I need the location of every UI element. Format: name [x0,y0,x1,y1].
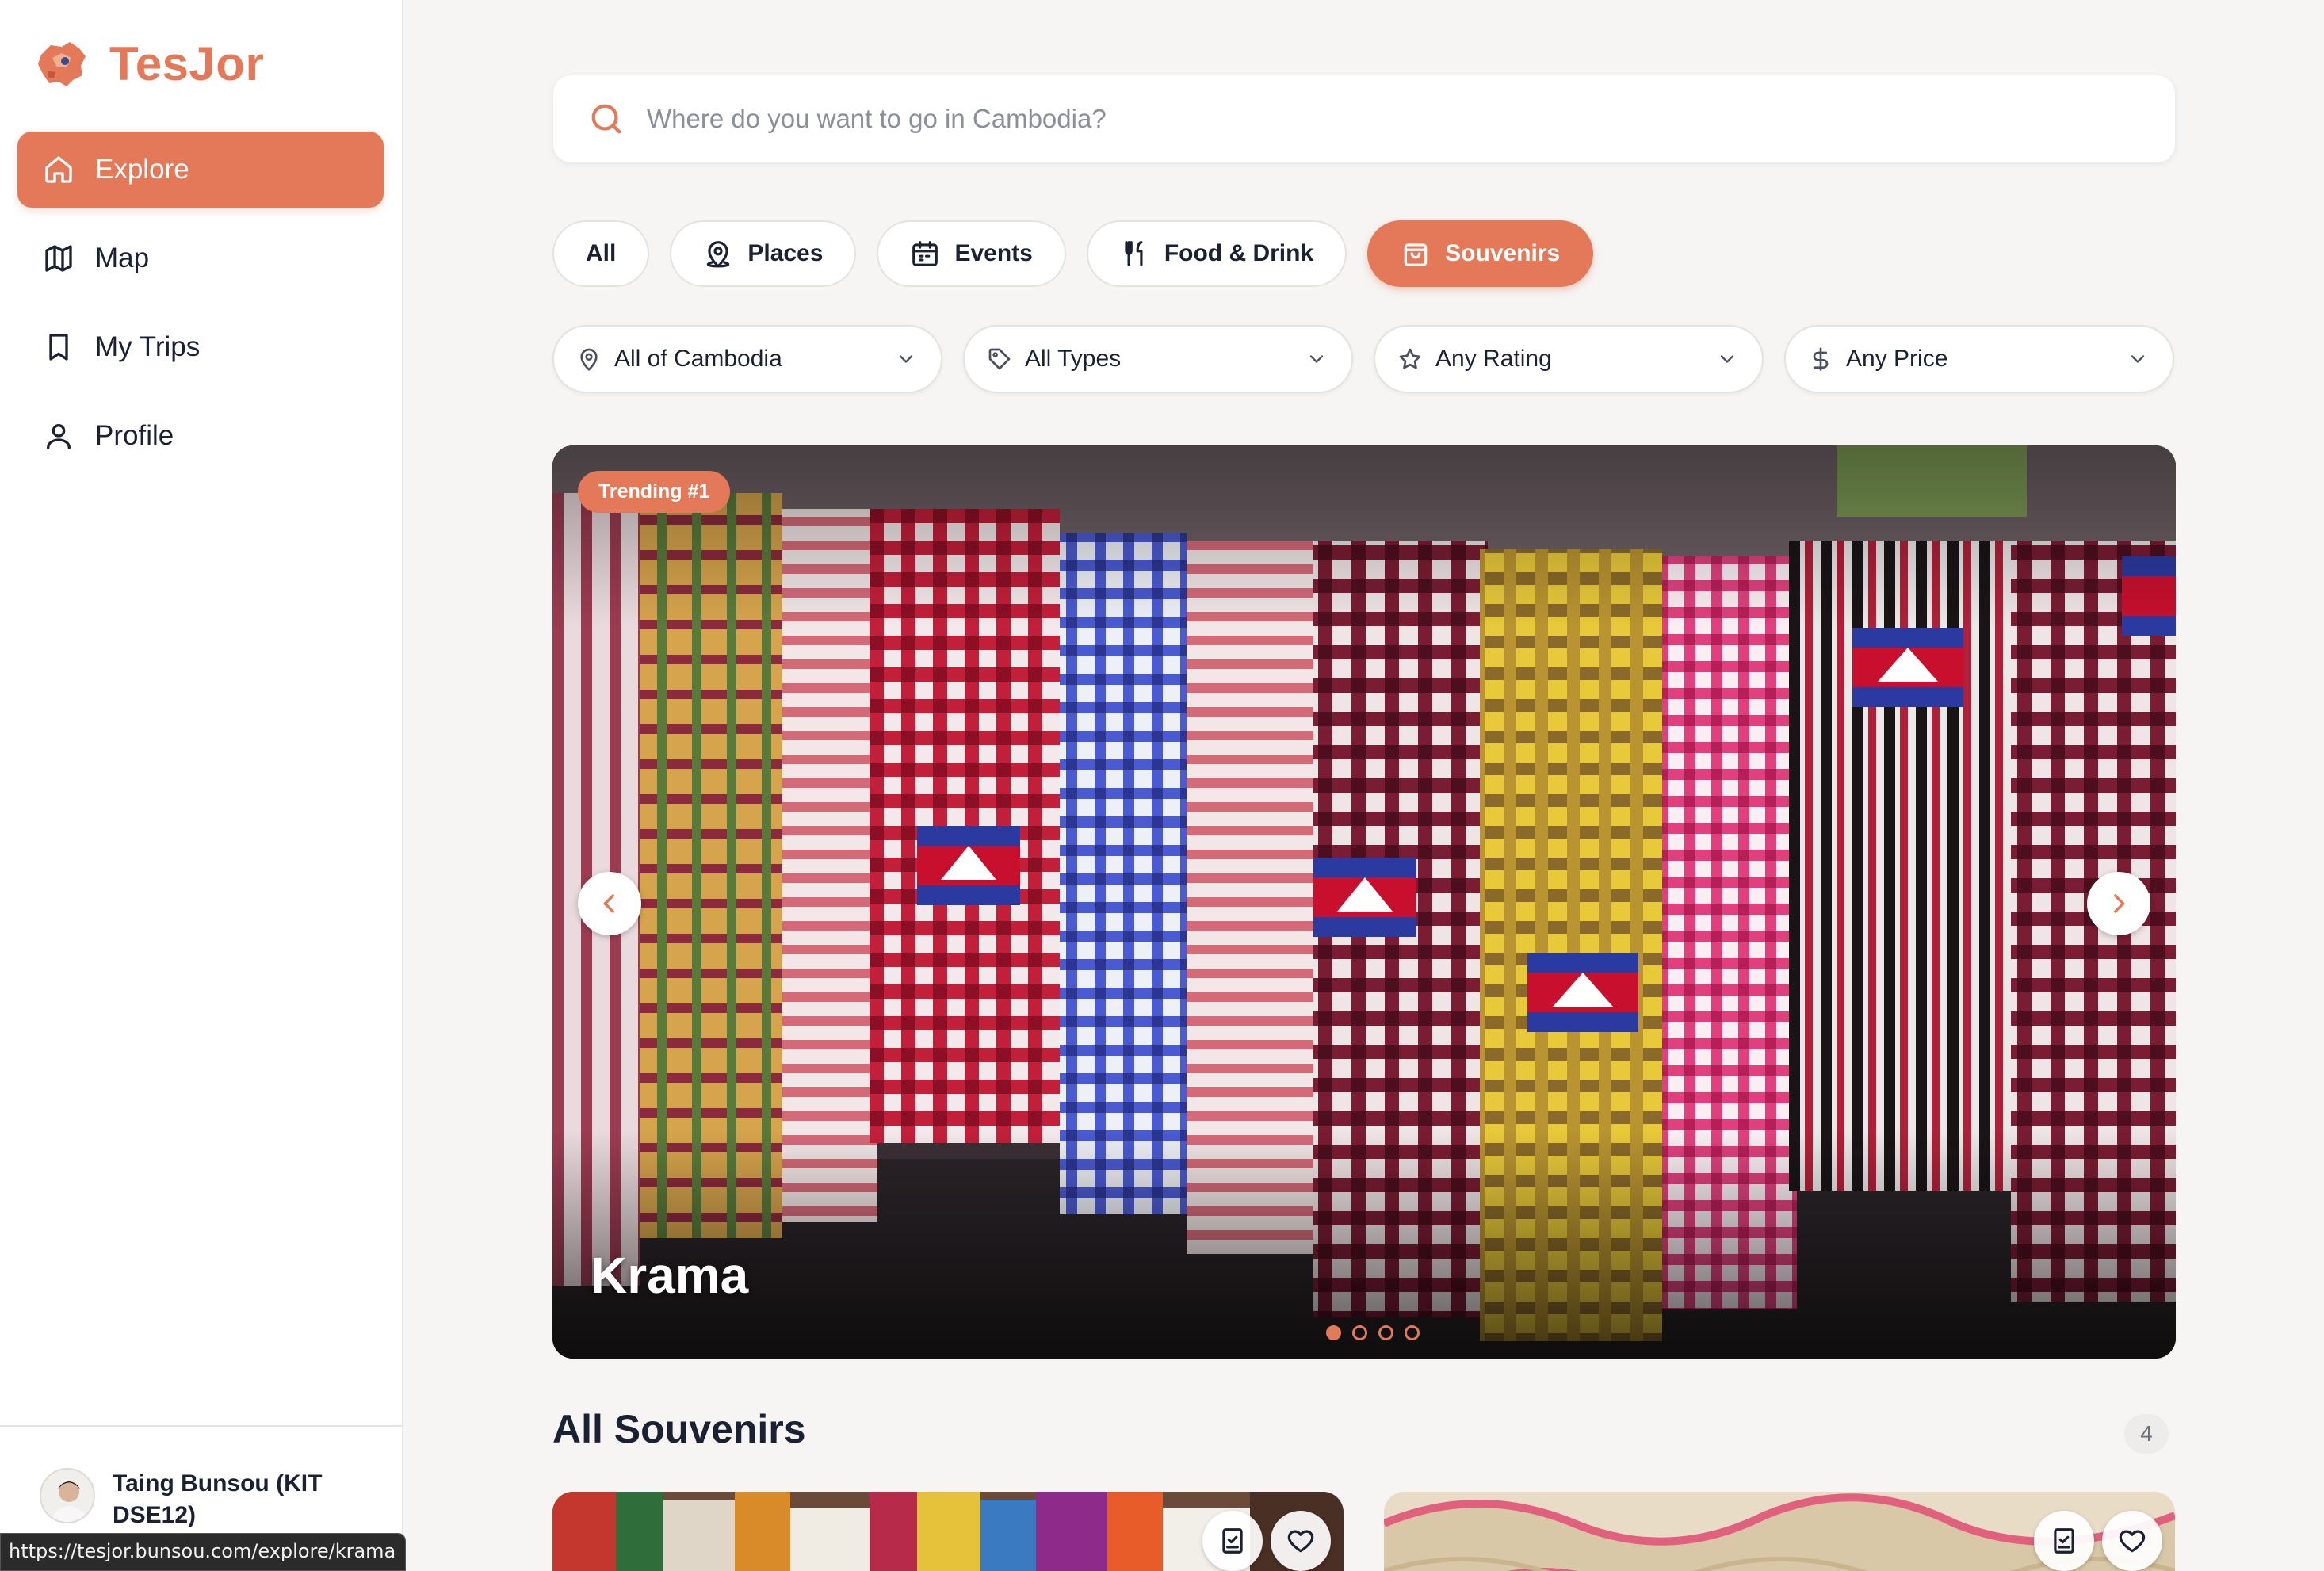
shopping-bag-icon [1404,243,1428,266]
utensils-icon [1125,241,1143,266]
location-pin-icon [580,348,598,371]
search-input[interactable] [647,104,2074,134]
add-to-trip-button[interactable] [2034,1511,2094,1571]
brand-name: TesJor [109,37,265,90]
home-icon [45,156,72,183]
bookmark-check-icon [1222,1528,1243,1554]
carousel-dot[interactable] [1405,1325,1420,1340]
heart-icon [1287,1530,1314,1553]
carousel-prev-button[interactable] [578,872,641,935]
trending-badge: Trending #1 [578,471,731,513]
sidebar: TesJor Explore Map My Trips Profile Tain… [0,0,407,1571]
add-to-trip-button[interactable] [1202,1511,1263,1571]
filter-bar: All of Cambodia All Types Any Rating Any… [552,325,2174,393]
user-profile[interactable]: Taing Bunsou (KIT DSE12) [40,1468,366,1531]
souvenir-card[interactable] [1384,1492,2175,1571]
location-filter[interactable]: All of Cambodia [552,325,942,393]
sidebar-item-label: Profile [95,420,174,451]
krama-scarves-image [552,445,2176,1359]
pin-icon [707,241,730,268]
user-icon [47,424,71,449]
sidebar-nav: Explore Map My Trips Profile [17,132,384,487]
main-content: All Places Events Food & Drink Souvenirs… [404,0,2324,1571]
search-icon [591,104,621,134]
rating-filter[interactable]: Any Rating [1374,325,1764,393]
heart-icon [2119,1530,2146,1553]
user-name: Taing Bunsou (KIT DSE12) [113,1470,323,1528]
sidebar-item-my-trips[interactable]: My Trips [17,309,384,385]
favorite-button[interactable] [1271,1511,1331,1571]
sidebar-item-map[interactable]: Map [17,220,384,296]
section-title: All Souvenirs [552,1407,806,1451]
calendar-icon [912,241,938,266]
sidebar-item-explore[interactable]: Explore [17,132,384,208]
sidebar-item-label: Map [95,243,150,273]
chevron-right-icon [2114,894,2125,913]
sidebar-footer: Taing Bunsou (KIT DSE12) https://tesjor.… [0,1425,407,1571]
tab-places[interactable]: Places [670,220,857,287]
bookmark-check-icon [2054,1528,2074,1554]
filter-label: Any Price [1846,346,1948,372]
price-filter[interactable]: Any Price [1784,325,2174,393]
tab-label: Events [954,240,1033,266]
type-filter[interactable]: All Types [963,325,1353,393]
filter-label: Any Rating [1435,346,1552,372]
avatar-icon [41,1470,94,1522]
map-icon [45,245,72,272]
bookmark-icon [49,334,68,361]
search-bar[interactable] [552,75,2176,163]
tab-label: Places [747,240,824,266]
chevron-down-icon [2131,355,2145,363]
tab-label: Souvenirs [1445,240,1561,266]
filter-label: All of Cambodia [614,346,782,372]
carousel-dot[interactable] [1352,1325,1367,1340]
carousel-dot[interactable] [1326,1325,1341,1340]
carousel-dots [1326,1325,1420,1340]
carousel-dot[interactable] [1378,1325,1393,1340]
avatar [40,1468,95,1523]
sidebar-item-label: My Trips [95,331,201,362]
chevron-down-icon [1720,355,1734,363]
result-count-badge: 4 [2124,1414,2169,1454]
featured-carousel[interactable]: Trending #1 Krama [552,445,2176,1359]
featured-title[interactable]: Krama [591,1246,748,1305]
dollar-icon [1813,347,1829,371]
chevron-down-icon [899,355,913,363]
tab-food-drink[interactable]: Food & Drink [1086,220,1347,287]
filter-label: All Types [1025,346,1122,372]
chevron-left-icon [603,894,614,913]
cambodia-map-logo-icon [38,41,86,86]
star-icon [1399,348,1421,369]
souvenir-card[interactable] [552,1492,1344,1571]
tag-icon [988,348,1011,370]
tab-souvenirs[interactable]: Souvenirs [1367,220,1594,287]
chevron-down-icon [1309,355,1324,363]
tab-label: All [586,240,617,266]
tab-label: Food & Drink [1164,240,1314,266]
carousel-next-button[interactable] [2087,872,2150,935]
sidebar-item-label: Explore [95,154,189,185]
tab-all[interactable]: All [552,220,650,287]
tab-events[interactable]: Events [877,220,1066,287]
status-bar-url: https://tesjor.bunsou.com/explore/krama [0,1533,407,1571]
category-tabs: All Places Events Food & Drink Souvenirs [552,220,1594,287]
sidebar-item-profile[interactable]: Profile [17,398,384,474]
favorite-button[interactable] [2102,1511,2162,1571]
brand[interactable]: TesJor [35,36,264,91]
